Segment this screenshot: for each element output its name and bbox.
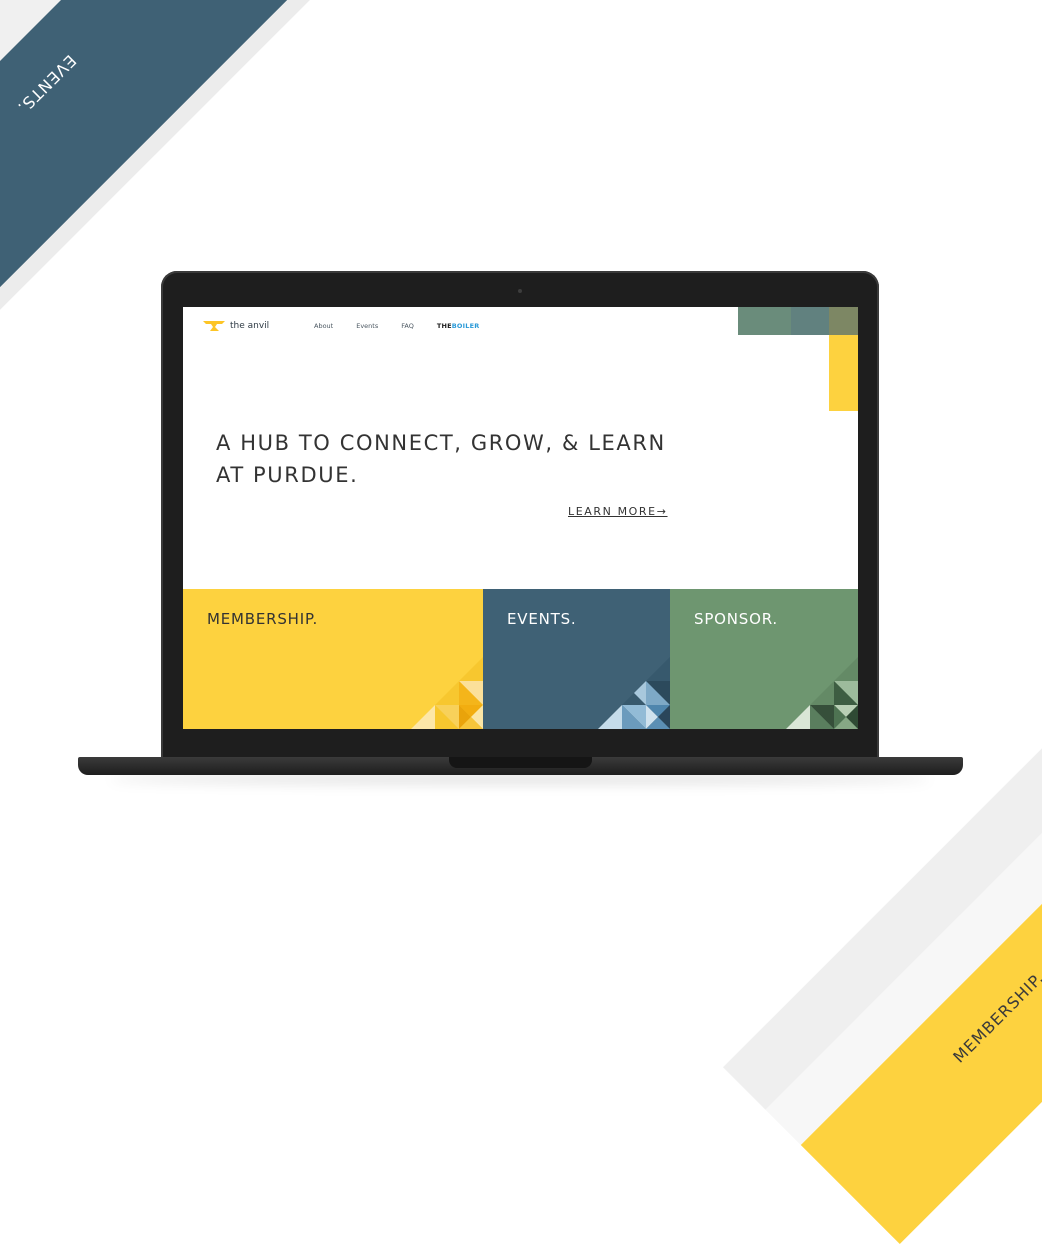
nav-boiler-boiler: BOILER <box>451 322 480 330</box>
corner-membership-label: MEMBERSHIP. <box>949 968 1042 1067</box>
nav-about[interactable]: About <box>314 322 333 330</box>
sponsor-title: SPONSOR. <box>694 610 778 628</box>
corner-nav-events: Events <box>899 1062 917 1079</box>
anvil-icon <box>203 321 225 331</box>
nav-the-boiler[interactable]: THEBOILER <box>437 322 480 330</box>
membership-pattern-icon <box>411 657 483 729</box>
corner-events-label: EVENTS. <box>13 50 81 118</box>
corner-nav-faq: FAQ <box>919 1047 931 1059</box>
events-pattern-icon <box>598 657 670 729</box>
main-nav: About Events FAQ THEBOILER <box>314 322 502 330</box>
laptop-screen: the anvil About Events FAQ THEBOILER A H… <box>183 307 858 729</box>
site-logo[interactable]: the anvil <box>203 321 269 331</box>
corner-membership-band: MEMBERSHIP. <box>800 720 1042 1244</box>
corner-nav-boiler-the: THE <box>934 1031 947 1045</box>
decor-block-slate <box>791 307 829 335</box>
nav-events[interactable]: Events <box>356 322 378 330</box>
membership-tile[interactable]: MEMBERSHIP. <box>183 589 483 729</box>
membership-title: MEMBERSHIP. <box>207 610 319 628</box>
laptop-shadow <box>110 774 930 784</box>
sponsor-tile[interactable]: SPONSOR. <box>670 589 858 729</box>
decor-block-olive <box>829 307 858 335</box>
corner-nav-boiler-boiler: BOILER <box>942 1019 960 1037</box>
events-title: EVENTS. <box>507 610 577 628</box>
nav-boiler-the: THE <box>436 322 452 330</box>
logo-text: the anvil <box>230 321 270 331</box>
nav-faq[interactable]: FAQ <box>401 322 414 330</box>
sponsor-pattern-icon <box>786 657 858 729</box>
corner-nav: Events FAQ THEBOILER <box>900 1019 959 1078</box>
learn-more-link[interactable]: LEARN MORE→ <box>568 505 668 518</box>
camera-icon <box>518 289 522 293</box>
laptop-notch <box>449 757 592 768</box>
hero-headline: A HUB TO CONNECT, GROW, & LEARN AT PURDU… <box>216 431 666 487</box>
decor-block-yellow <box>829 335 858 411</box>
corner-grey-band <box>0 0 233 253</box>
events-tile[interactable]: EVENTS. <box>483 589 670 729</box>
